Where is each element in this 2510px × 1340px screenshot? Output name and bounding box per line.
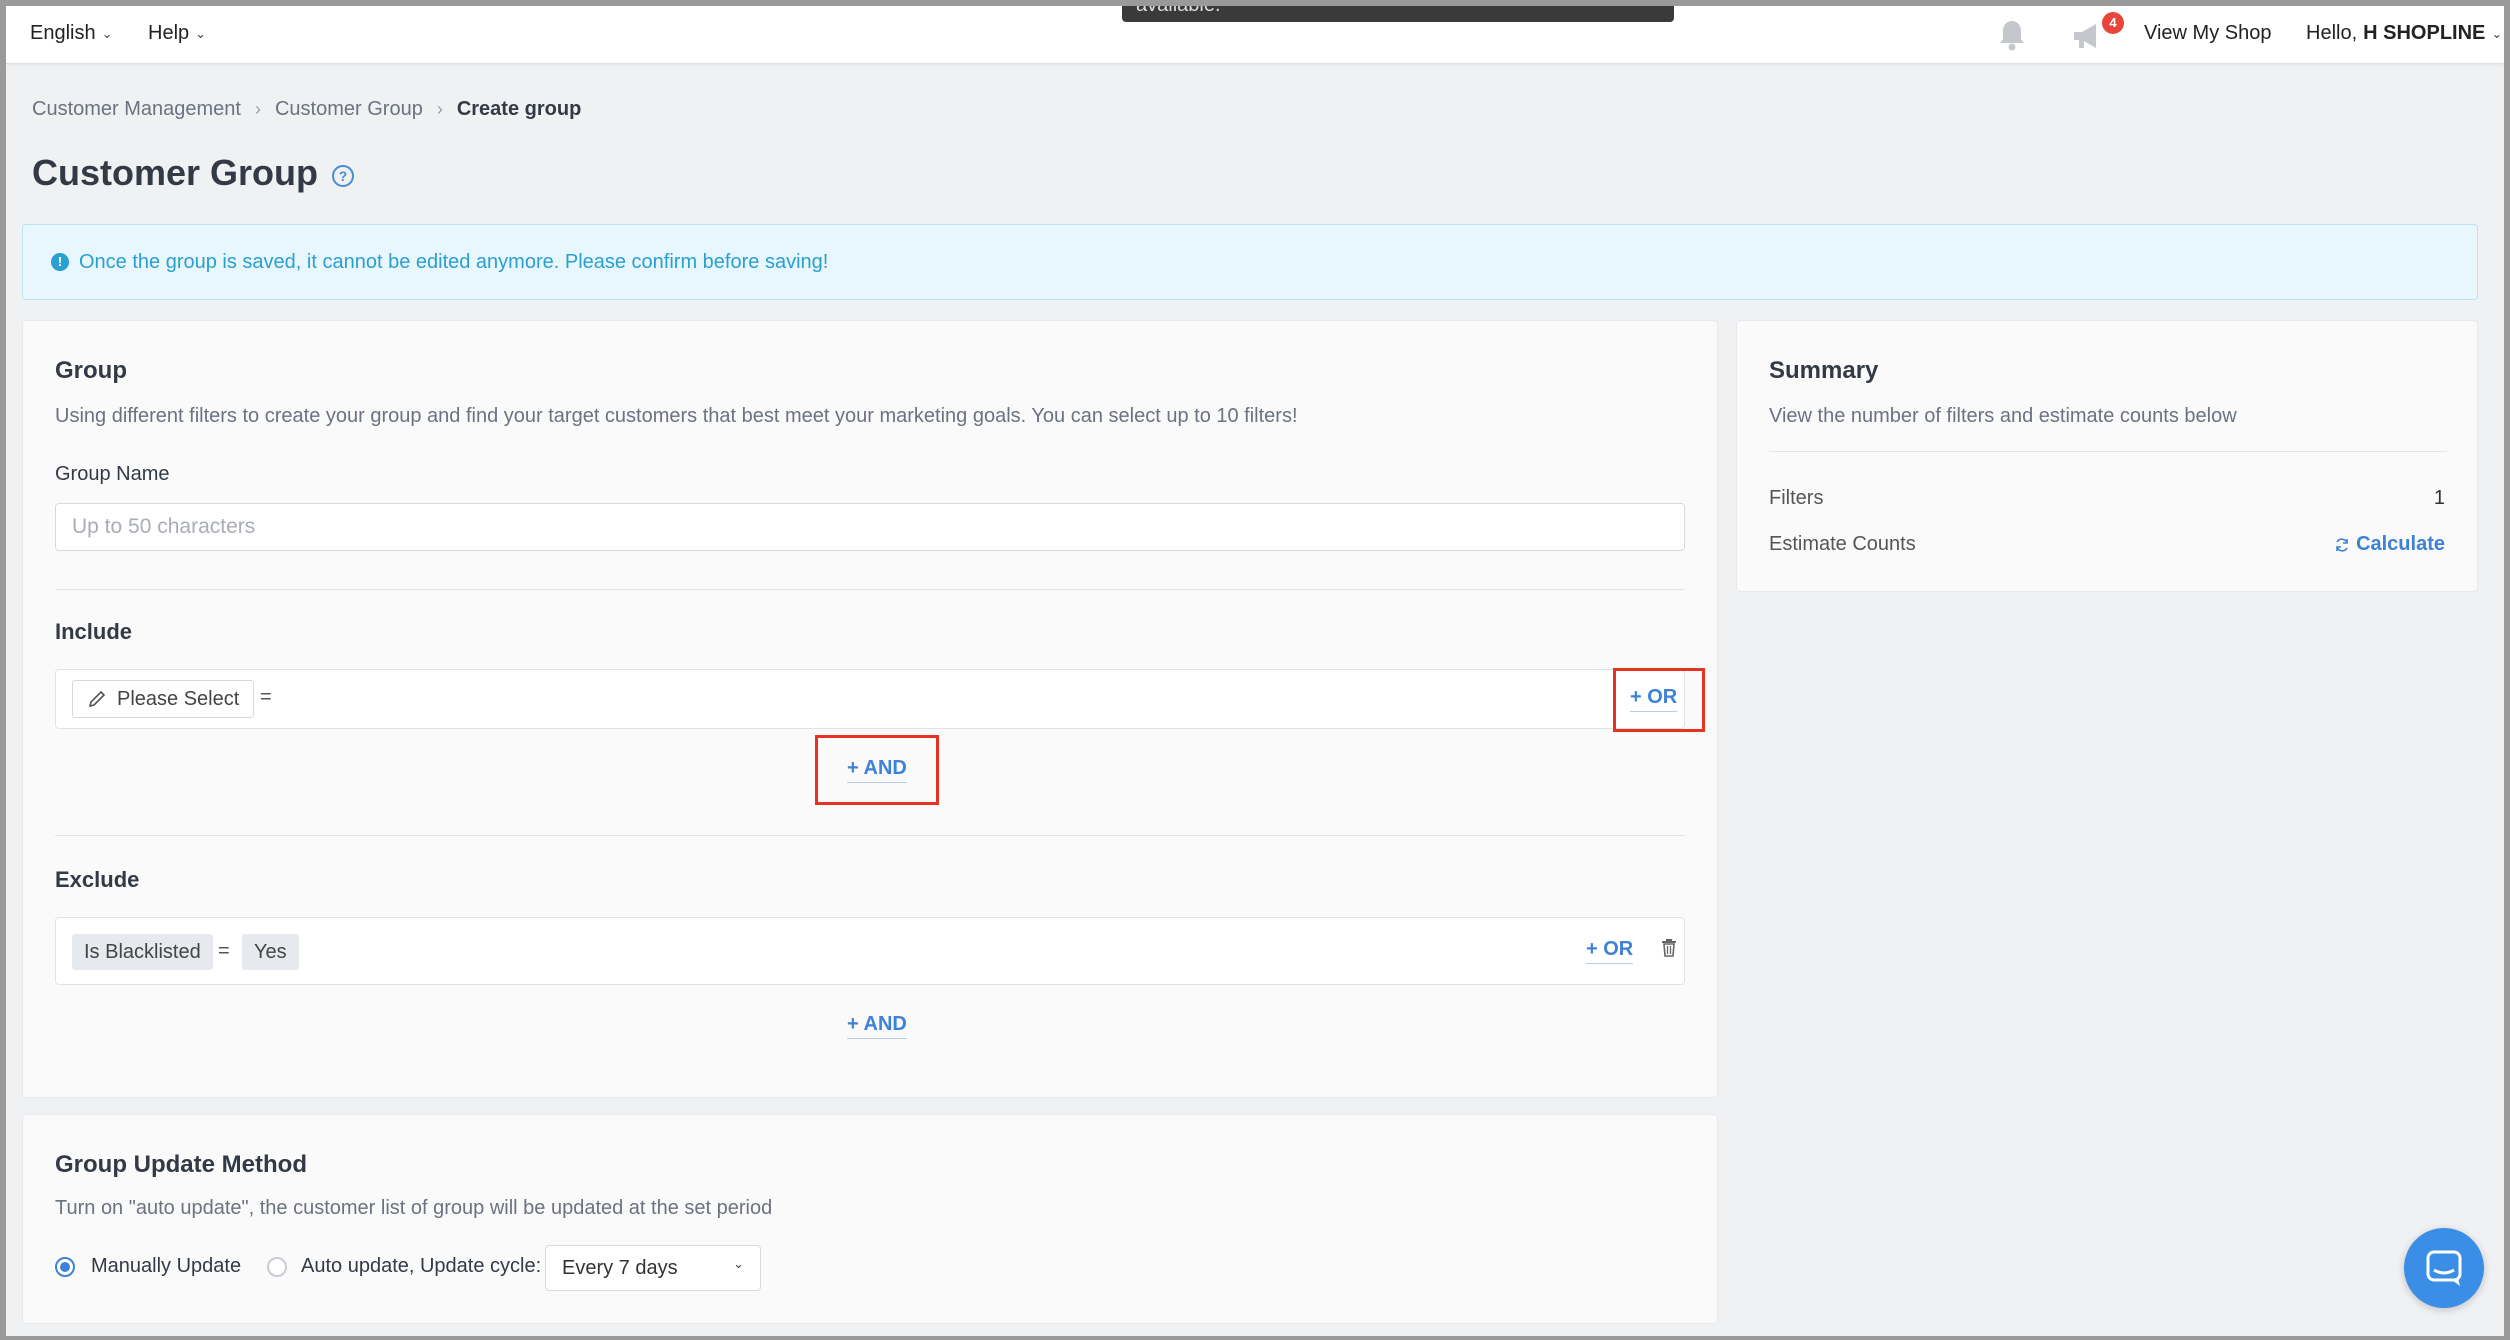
breadcrumb-create-group: Create group (456, 98, 582, 120)
language-label: English (30, 22, 96, 44)
chevron-right-icon: › (254, 99, 261, 119)
greeting-text: Hello, (2306, 22, 2358, 44)
question-circle-icon[interactable]: ? (332, 165, 355, 187)
trash-icon[interactable] (1660, 938, 1678, 958)
view-shop-label: View My Shop (2144, 22, 2272, 44)
filters-count: 1 (2433, 487, 2445, 509)
language-selector[interactable]: English ⌄ (30, 22, 113, 45)
notification-badge: 4 (2102, 12, 2124, 34)
update-method-card: Group Update Method Turn on "auto update… (22, 1114, 1718, 1324)
chat-icon (2426, 1250, 2462, 1286)
refresh-icon (2336, 537, 2348, 552)
megaphone-icon[interactable] (2070, 20, 2106, 52)
include-field-select[interactable]: Please Select (72, 680, 255, 718)
filters-label: Filters (1769, 487, 1824, 509)
include-field-label: Please Select (117, 687, 240, 710)
auto-update-radio[interactable] (267, 1257, 287, 1277)
auto-update-label[interactable]: Auto update, Update cycle: (301, 1255, 541, 1278)
toast-message: available. (1122, 6, 1674, 22)
divider (55, 589, 1685, 590)
calculate-label: Calculate (2356, 533, 2445, 555)
breadcrumb-customer-management[interactable]: Customer Management (32, 98, 241, 121)
manual-update-radio[interactable] (55, 1257, 75, 1277)
include-title: Include (55, 619, 133, 644)
chevron-down-icon: ⌄ (733, 1256, 744, 1271)
update-cycle-value: Every 7 days (562, 1256, 678, 1279)
group-name-label: Group Name (55, 463, 170, 485)
user-name: H SHOPLINE (2363, 22, 2486, 44)
summary-title: Summary (1769, 357, 1879, 384)
exclude-or-button[interactable]: + OR (1586, 938, 1634, 964)
alert-text: Once the group is saved, it cannot be ed… (79, 250, 829, 273)
group-name-input[interactable] (55, 503, 1685, 551)
group-card: Group Using different filters to create … (22, 320, 1718, 1098)
help-menu[interactable]: Help ⌄ (148, 22, 206, 45)
breadcrumb: Customer Management › Customer Group › C… (32, 98, 581, 121)
and-button-highlight (815, 735, 939, 805)
summary-description: View the number of filters and estimate … (1769, 405, 2237, 427)
exclude-value-chip[interactable]: Yes (242, 934, 299, 970)
app-window: English ⌄ Help ⌄ available. 4 View My Sh… (6, 6, 2504, 1336)
info-icon: ! (51, 253, 69, 271)
chevron-down-icon: ⌄ (195, 25, 207, 41)
manual-update-label[interactable]: Manually Update (91, 1255, 241, 1278)
calculate-button[interactable]: Calculate (2334, 533, 2445, 556)
user-menu[interactable]: Hello, H SHOPLINE ⌄ (2306, 22, 2502, 45)
page-title-text: Customer Group (32, 152, 319, 193)
page-title: Customer Group ? (32, 152, 355, 194)
exclude-title: Exclude (55, 867, 140, 892)
pencil-icon (88, 690, 106, 708)
update-method-title: Group Update Method (55, 1151, 307, 1178)
exclude-operator: = (218, 940, 230, 962)
chevron-right-icon: › (436, 99, 443, 119)
update-method-description: Turn on "auto update", the customer list… (55, 1197, 773, 1219)
view-my-shop-link[interactable]: View My Shop (2144, 22, 2271, 45)
chat-launcher[interactable] (2404, 1228, 2484, 1308)
estimate-counts-label: Estimate Counts (1769, 533, 1916, 555)
or-button-highlight (1613, 668, 1705, 732)
chevron-down-icon: ⌄ (2491, 25, 2503, 41)
group-description: Using different filters to create your g… (55, 405, 1298, 427)
top-bar: English ⌄ Help ⌄ available. 4 View My Sh… (6, 6, 2504, 64)
summary-card: Summary View the number of filters and e… (1736, 320, 2478, 592)
divider (55, 835, 1685, 836)
divider (1769, 451, 2447, 452)
group-title: Group (55, 357, 127, 384)
bell-icon[interactable] (1996, 18, 2028, 52)
exclude-field-chip[interactable]: Is Blacklisted (72, 934, 213, 970)
exclude-and-button[interactable]: + AND (847, 1013, 907, 1039)
breadcrumb-customer-group[interactable]: Customer Group (275, 98, 423, 121)
include-operator: = (260, 686, 272, 708)
help-label: Help (148, 22, 190, 44)
chevron-down-icon: ⌄ (101, 25, 113, 41)
info-alert: ! Once the group is saved, it cannot be … (22, 224, 2478, 300)
include-filter-row: Please Select = + OR (55, 669, 1685, 729)
exclude-filter-row: Is Blacklisted = Yes + OR (55, 917, 1685, 985)
update-cycle-select[interactable]: Every 7 days ⌄ (545, 1245, 761, 1291)
